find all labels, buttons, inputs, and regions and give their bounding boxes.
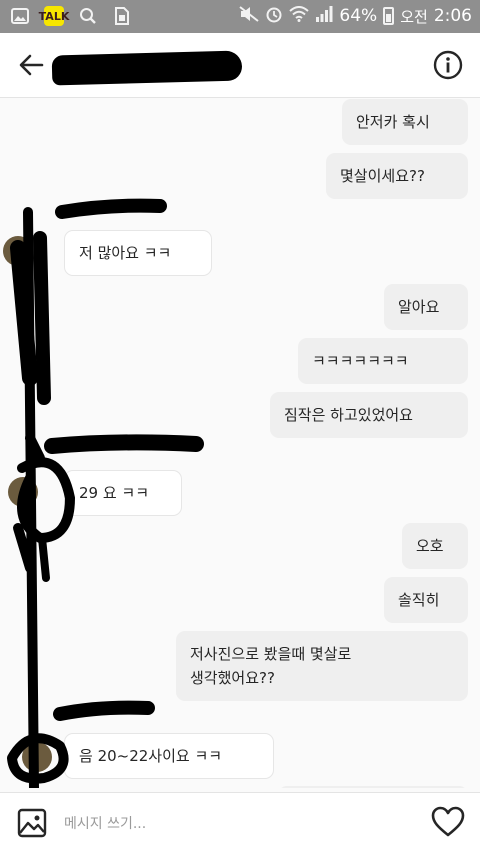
message-composer (0, 792, 480, 854)
status-bar: TALK 64% 오전 2:06 (0, 0, 480, 33)
kakaotalk-icon: TALK (39, 6, 69, 26)
system-icons: 64% 오전 2:06 (239, 5, 472, 27)
notification-icons: TALK (10, 6, 132, 26)
signal-icon (315, 6, 333, 26)
redaction-scribble (7, 198, 204, 788)
wifi-icon (289, 6, 310, 26)
sim-icon (112, 6, 132, 26)
chat-header (0, 33, 480, 98)
battery-percent: 64% (339, 6, 378, 26)
gallery-icon (10, 6, 30, 26)
gallery-icon[interactable] (16, 807, 48, 839)
mute-icon (239, 6, 260, 26)
redaction-mark (51, 50, 243, 86)
message-thread[interactable]: 안저카 혹시 몇살이세요?? 저 많아요 ㅋㅋ 알아요 ㅋㅋㅋㅋㅋㅋㅋ 짐작은 … (0, 98, 480, 788)
search-icon (78, 6, 98, 26)
am-pm: 오전 (400, 7, 428, 26)
back-arrow-icon[interactable] (16, 49, 48, 81)
clock: 2:06 (433, 6, 472, 26)
message-input[interactable] (62, 803, 416, 845)
battery-icon (383, 7, 395, 25)
heart-icon[interactable] (430, 805, 466, 839)
info-icon[interactable] (432, 49, 464, 81)
alarm-icon (265, 5, 283, 27)
